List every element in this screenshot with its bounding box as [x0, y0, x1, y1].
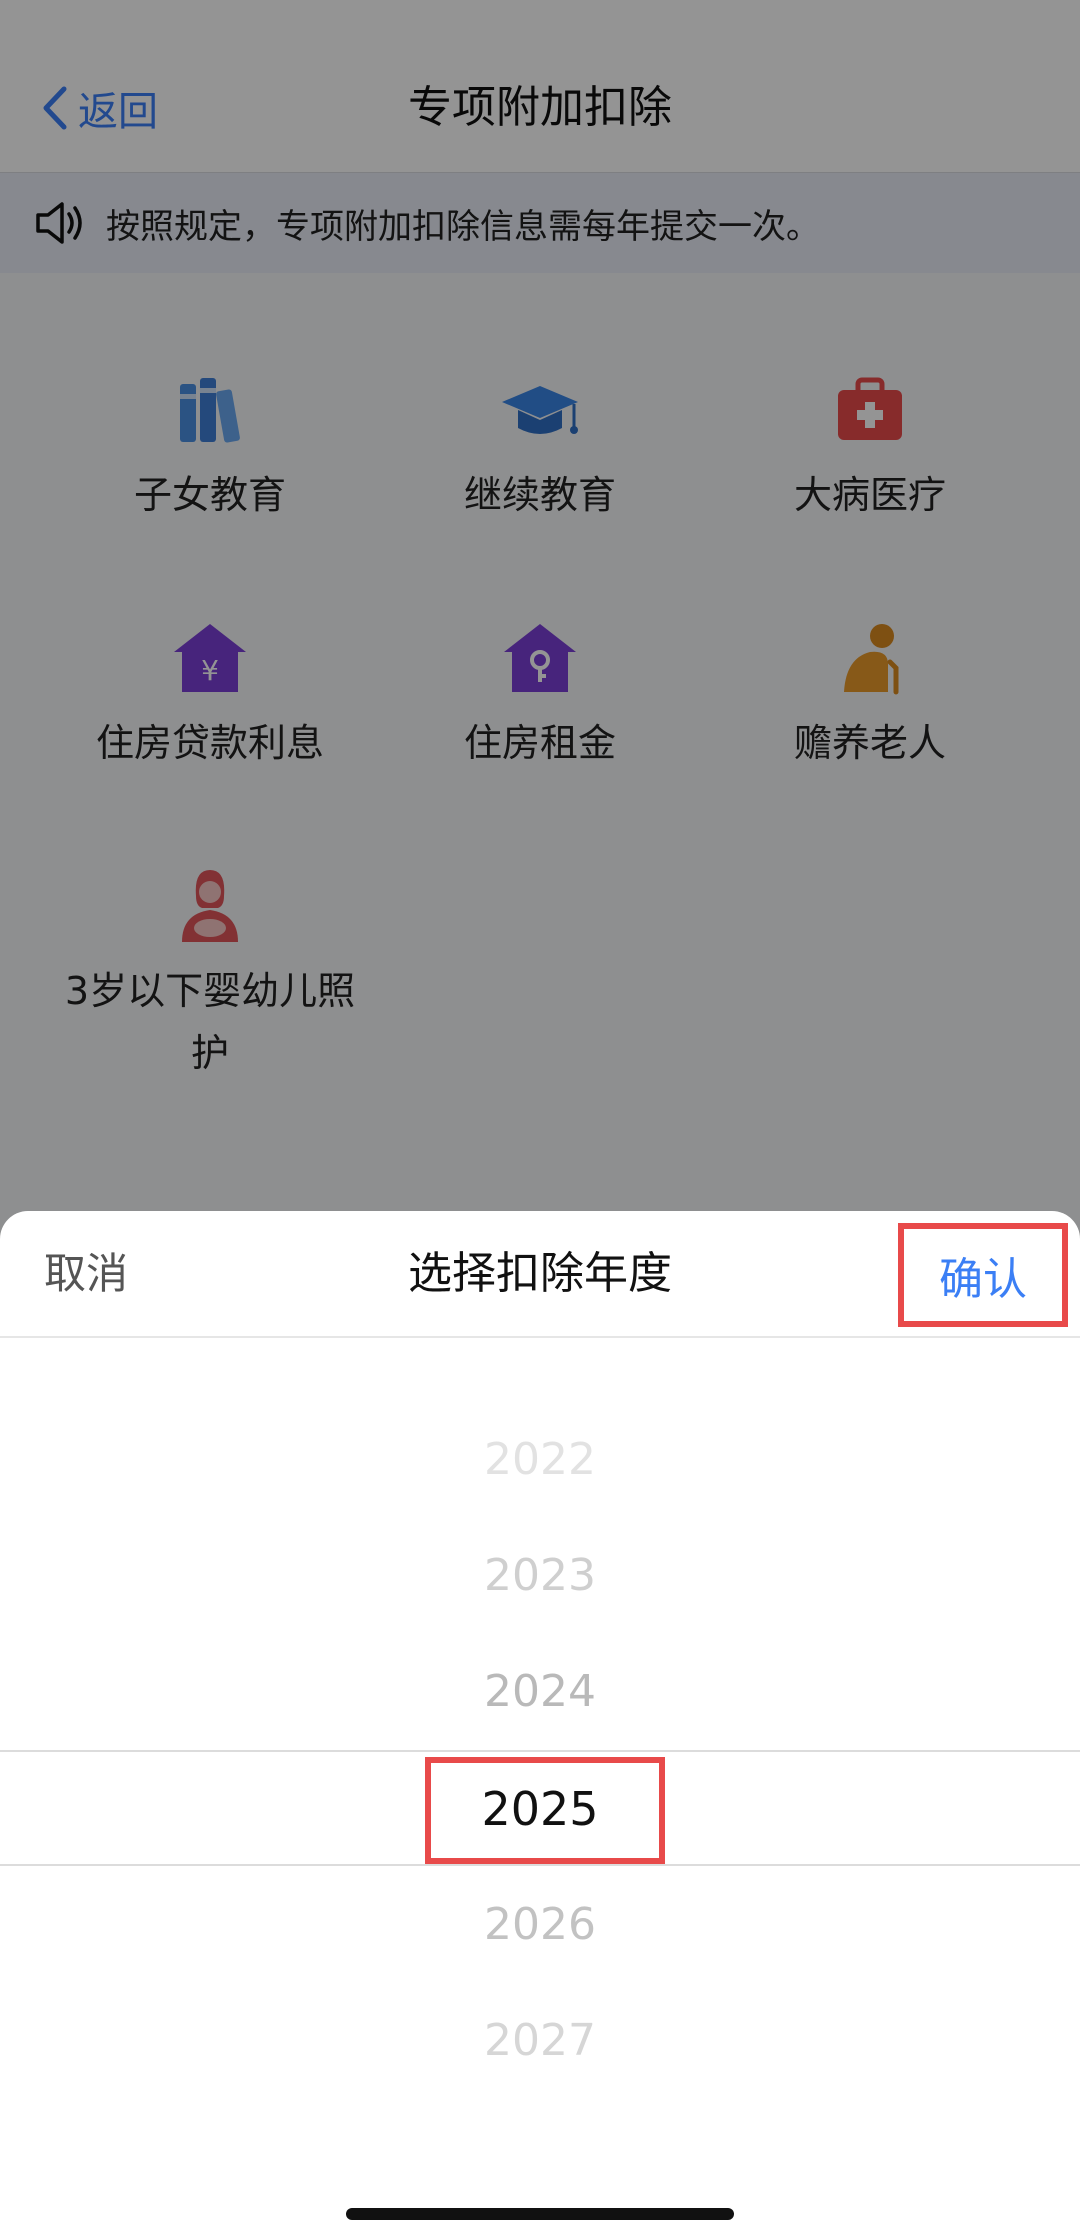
picker-option[interactable]: 2022: [0, 1430, 1080, 1490]
picker-option[interactable]: 2024: [0, 1662, 1080, 1722]
home-indicator: [346, 2208, 734, 2220]
selection-line-top: [0, 1750, 1080, 1752]
selected-year-highlight: [425, 1757, 665, 1864]
sheet-header: 取消 选择扣除年度 确认: [0, 1211, 1080, 1338]
selection-line-bottom: [0, 1864, 1080, 1866]
picker-option[interactable]: 2023: [0, 1546, 1080, 1606]
confirm-button[interactable]: 确认: [898, 1223, 1068, 1327]
picker-option[interactable]: 2026: [0, 1895, 1080, 1955]
year-picker-sheet: 取消 选择扣除年度 确认 2022 2023 2024 2025 2026 20…: [0, 1211, 1080, 2224]
picker-option[interactable]: 2027: [0, 2011, 1080, 2071]
